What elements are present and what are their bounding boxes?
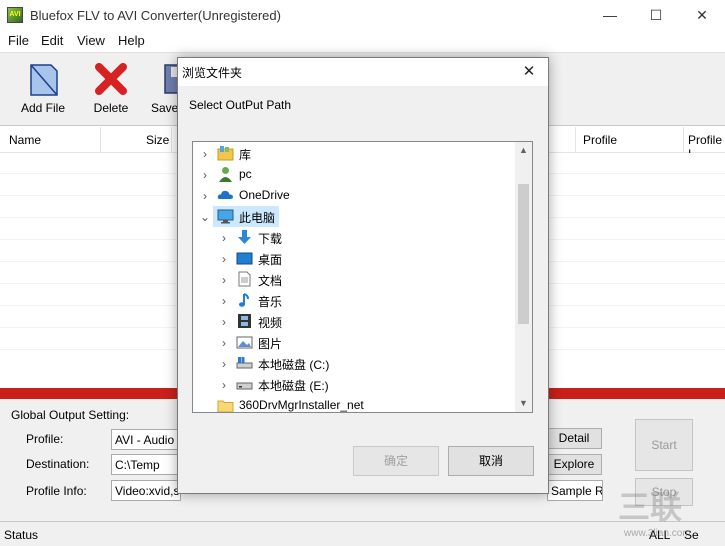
watermark-url: www.3lian.com xyxy=(624,528,691,539)
add-file-icon xyxy=(30,64,58,96)
desktop-icon xyxy=(236,252,253,265)
app-logo-icon: AVI xyxy=(7,7,23,23)
status-label: Status xyxy=(4,528,39,542)
menu-view[interactable]: View xyxy=(77,33,105,48)
menu-edit[interactable]: Edit xyxy=(41,33,63,48)
delete-label: Delete xyxy=(93,101,129,115)
dialog-title-bar: 浏览文件夹 ✕ xyxy=(178,58,548,86)
folder-tree[interactable]: › 库 › pc › OneDrive ⌄ 此电脑 › 下载 › 桌面 › 文档… xyxy=(192,141,533,413)
close-button[interactable]: ✕ xyxy=(679,0,725,30)
folder-icon xyxy=(217,400,234,412)
maximize-button[interactable]: ☐ xyxy=(633,0,679,30)
profile-info-field: Video:xvid,siz xyxy=(111,480,181,501)
dialog-close-button[interactable]: ✕ xyxy=(514,60,544,84)
tree-item-label: 本地磁盘 (C:) xyxy=(258,358,330,372)
local-disk-e-icon xyxy=(236,382,253,390)
tree-item-label: 视频 xyxy=(258,316,283,330)
collapse-chevron-icon[interactable]: ⌄ xyxy=(199,210,211,224)
profile-info-sample-rate: Sample Ra xyxy=(547,480,603,501)
menu-bar: File Edit View Help xyxy=(0,30,725,52)
local-disk-c-icon xyxy=(236,357,253,369)
delete-button[interactable]: Delete xyxy=(81,57,141,123)
expand-chevron-icon[interactable]: › xyxy=(199,189,211,203)
save-label: Save xyxy=(151,101,177,115)
menu-file[interactable]: File xyxy=(8,33,29,48)
tree-item-label: 库 xyxy=(239,148,252,162)
dialog-prompt: Select OutPut Path xyxy=(189,98,292,112)
global-output-label: Global Output Setting: xyxy=(11,408,130,422)
destination-field[interactable]: C:\Temp xyxy=(111,454,181,475)
user-icon xyxy=(219,167,232,182)
tree-item-label: 图片 xyxy=(258,337,283,351)
expand-chevron-icon[interactable]: › xyxy=(199,147,211,161)
start-button[interactable]: Start xyxy=(635,419,693,471)
tree-item-label: 360DrvMgrInstaller_net xyxy=(239,398,364,412)
expand-chevron-icon[interactable]: › xyxy=(218,378,230,392)
expand-chevron-icon[interactable]: › xyxy=(218,315,230,329)
document-icon xyxy=(238,271,251,287)
column-name[interactable]: Name xyxy=(9,133,41,147)
scroll-up-arrow-icon[interactable]: ▲ xyxy=(515,142,532,159)
tree-item-label: 此电脑 xyxy=(239,211,276,225)
detail-button[interactable]: Detail xyxy=(546,428,602,449)
window-title: Bluefox FLV to AVI Converter(Unregistere… xyxy=(30,8,281,23)
film-icon xyxy=(238,314,251,328)
column-divider[interactable] xyxy=(100,127,101,153)
tree-item-label: 下载 xyxy=(258,232,283,246)
column-size[interactable]: Size xyxy=(146,133,169,147)
tree-item-label: pc xyxy=(239,167,252,181)
profile-select[interactable]: AVI - Audio V xyxy=(111,429,181,450)
column-divider[interactable] xyxy=(683,127,684,153)
tree-item-label: 本地磁盘 (E:) xyxy=(258,379,329,393)
save-button[interactable]: Save xyxy=(143,57,177,123)
scroll-down-arrow-icon[interactable]: ▼ xyxy=(515,395,532,412)
tree-item-label: 音乐 xyxy=(258,295,283,309)
expand-chevron-icon[interactable]: › xyxy=(218,231,230,245)
scroll-thumb[interactable] xyxy=(518,184,529,324)
column-divider[interactable] xyxy=(171,127,172,153)
expand-chevron-icon[interactable]: › xyxy=(218,294,230,308)
expand-chevron-icon[interactable]: › xyxy=(218,357,230,371)
title-bar: AVI Bluefox FLV to AVI Converter(Unregis… xyxy=(0,0,725,30)
computer-icon xyxy=(217,209,234,224)
column-divider[interactable] xyxy=(575,127,576,153)
cancel-button[interactable]: 取消 xyxy=(448,446,534,476)
download-arrow-icon xyxy=(238,230,251,244)
picture-icon xyxy=(236,336,253,349)
dialog-title: 浏览文件夹 xyxy=(182,66,243,80)
menu-help[interactable]: Help xyxy=(118,33,145,48)
browse-folder-dialog: 浏览文件夹 ✕ Select OutPut Path › 库 › pc › On… xyxy=(177,57,549,494)
music-note-icon xyxy=(239,293,249,307)
expand-chevron-icon[interactable]: › xyxy=(218,252,230,266)
watermark: 三联 www.3lian.com xyxy=(610,478,725,546)
watermark-main: 三联 xyxy=(618,489,683,525)
column-profile[interactable]: Profile xyxy=(583,133,617,147)
expand-chevron-icon[interactable]: › xyxy=(199,168,211,182)
tree-item-label: 桌面 xyxy=(258,253,283,267)
add-file-label: Add File xyxy=(20,101,66,115)
library-icon xyxy=(217,146,234,161)
onedrive-cloud-icon xyxy=(217,190,233,199)
expand-chevron-icon[interactable]: › xyxy=(218,336,230,350)
delete-x-icon xyxy=(95,63,127,95)
minimize-button[interactable]: — xyxy=(587,0,633,30)
destination-label: Destination: xyxy=(26,457,90,471)
tree-scrollbar[interactable]: ▲ ▼ xyxy=(515,142,532,412)
tree-item-label: 文档 xyxy=(258,274,283,288)
ok-button[interactable]: 确定 xyxy=(353,446,439,476)
explore-button[interactable]: Explore xyxy=(546,454,602,475)
profile-info-label: Profile Info: xyxy=(26,484,87,498)
save-icon xyxy=(164,64,177,94)
dialog-body: Select OutPut Path › 库 › pc › OneDrive ⌄… xyxy=(178,86,548,493)
expand-chevron-icon[interactable]: › xyxy=(218,273,230,287)
tree-item-label: OneDrive xyxy=(239,188,290,202)
profile-label: Profile: xyxy=(26,432,64,446)
add-file-button[interactable]: Add File xyxy=(13,57,73,123)
